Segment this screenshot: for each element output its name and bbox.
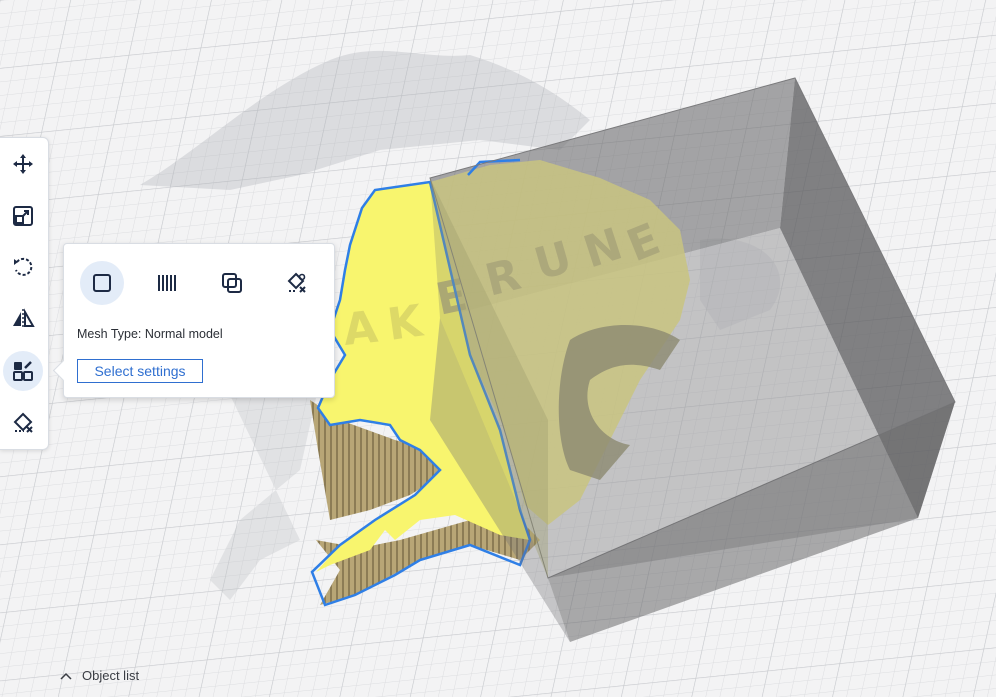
cutting-mesh-icon xyxy=(222,273,242,293)
scale-icon xyxy=(13,206,33,226)
scale-tool-button[interactable] xyxy=(3,196,43,236)
select-settings-button[interactable]: Select settings xyxy=(77,359,203,383)
normal-model-button[interactable] xyxy=(80,261,124,305)
object-list-toggle[interactable]: Object list xyxy=(60,664,139,686)
move-tool-button[interactable] xyxy=(3,144,43,184)
support-paint-icon xyxy=(13,412,33,433)
infill-mesh-icon xyxy=(158,275,176,291)
support-blocker-icon xyxy=(287,272,306,293)
support-blocker-tool-button[interactable] xyxy=(3,403,43,443)
mesh-type-panel: Mesh Type: Normal model Select settings xyxy=(63,243,335,398)
normal-model-icon xyxy=(93,274,111,292)
cutting-mesh-button[interactable] xyxy=(210,261,254,305)
support-blocker-button[interactable] xyxy=(275,261,319,305)
svg-text:A: A xyxy=(341,302,380,356)
mirror-icon xyxy=(13,308,35,329)
mesh-type-label: Mesh Type: Normal model xyxy=(77,327,223,341)
chevron-up-icon xyxy=(60,668,72,683)
rotate-tool-button[interactable] xyxy=(3,247,43,287)
per-model-settings-button[interactable] xyxy=(3,351,43,391)
object-list-label: Object list xyxy=(82,667,140,683)
rotate-icon xyxy=(14,257,33,276)
mesh-settings-icon xyxy=(13,361,33,381)
mirror-tool-button[interactable] xyxy=(3,299,43,339)
infill-mesh-button[interactable] xyxy=(145,261,189,305)
move-icon xyxy=(13,154,33,174)
left-toolbar xyxy=(0,137,49,450)
